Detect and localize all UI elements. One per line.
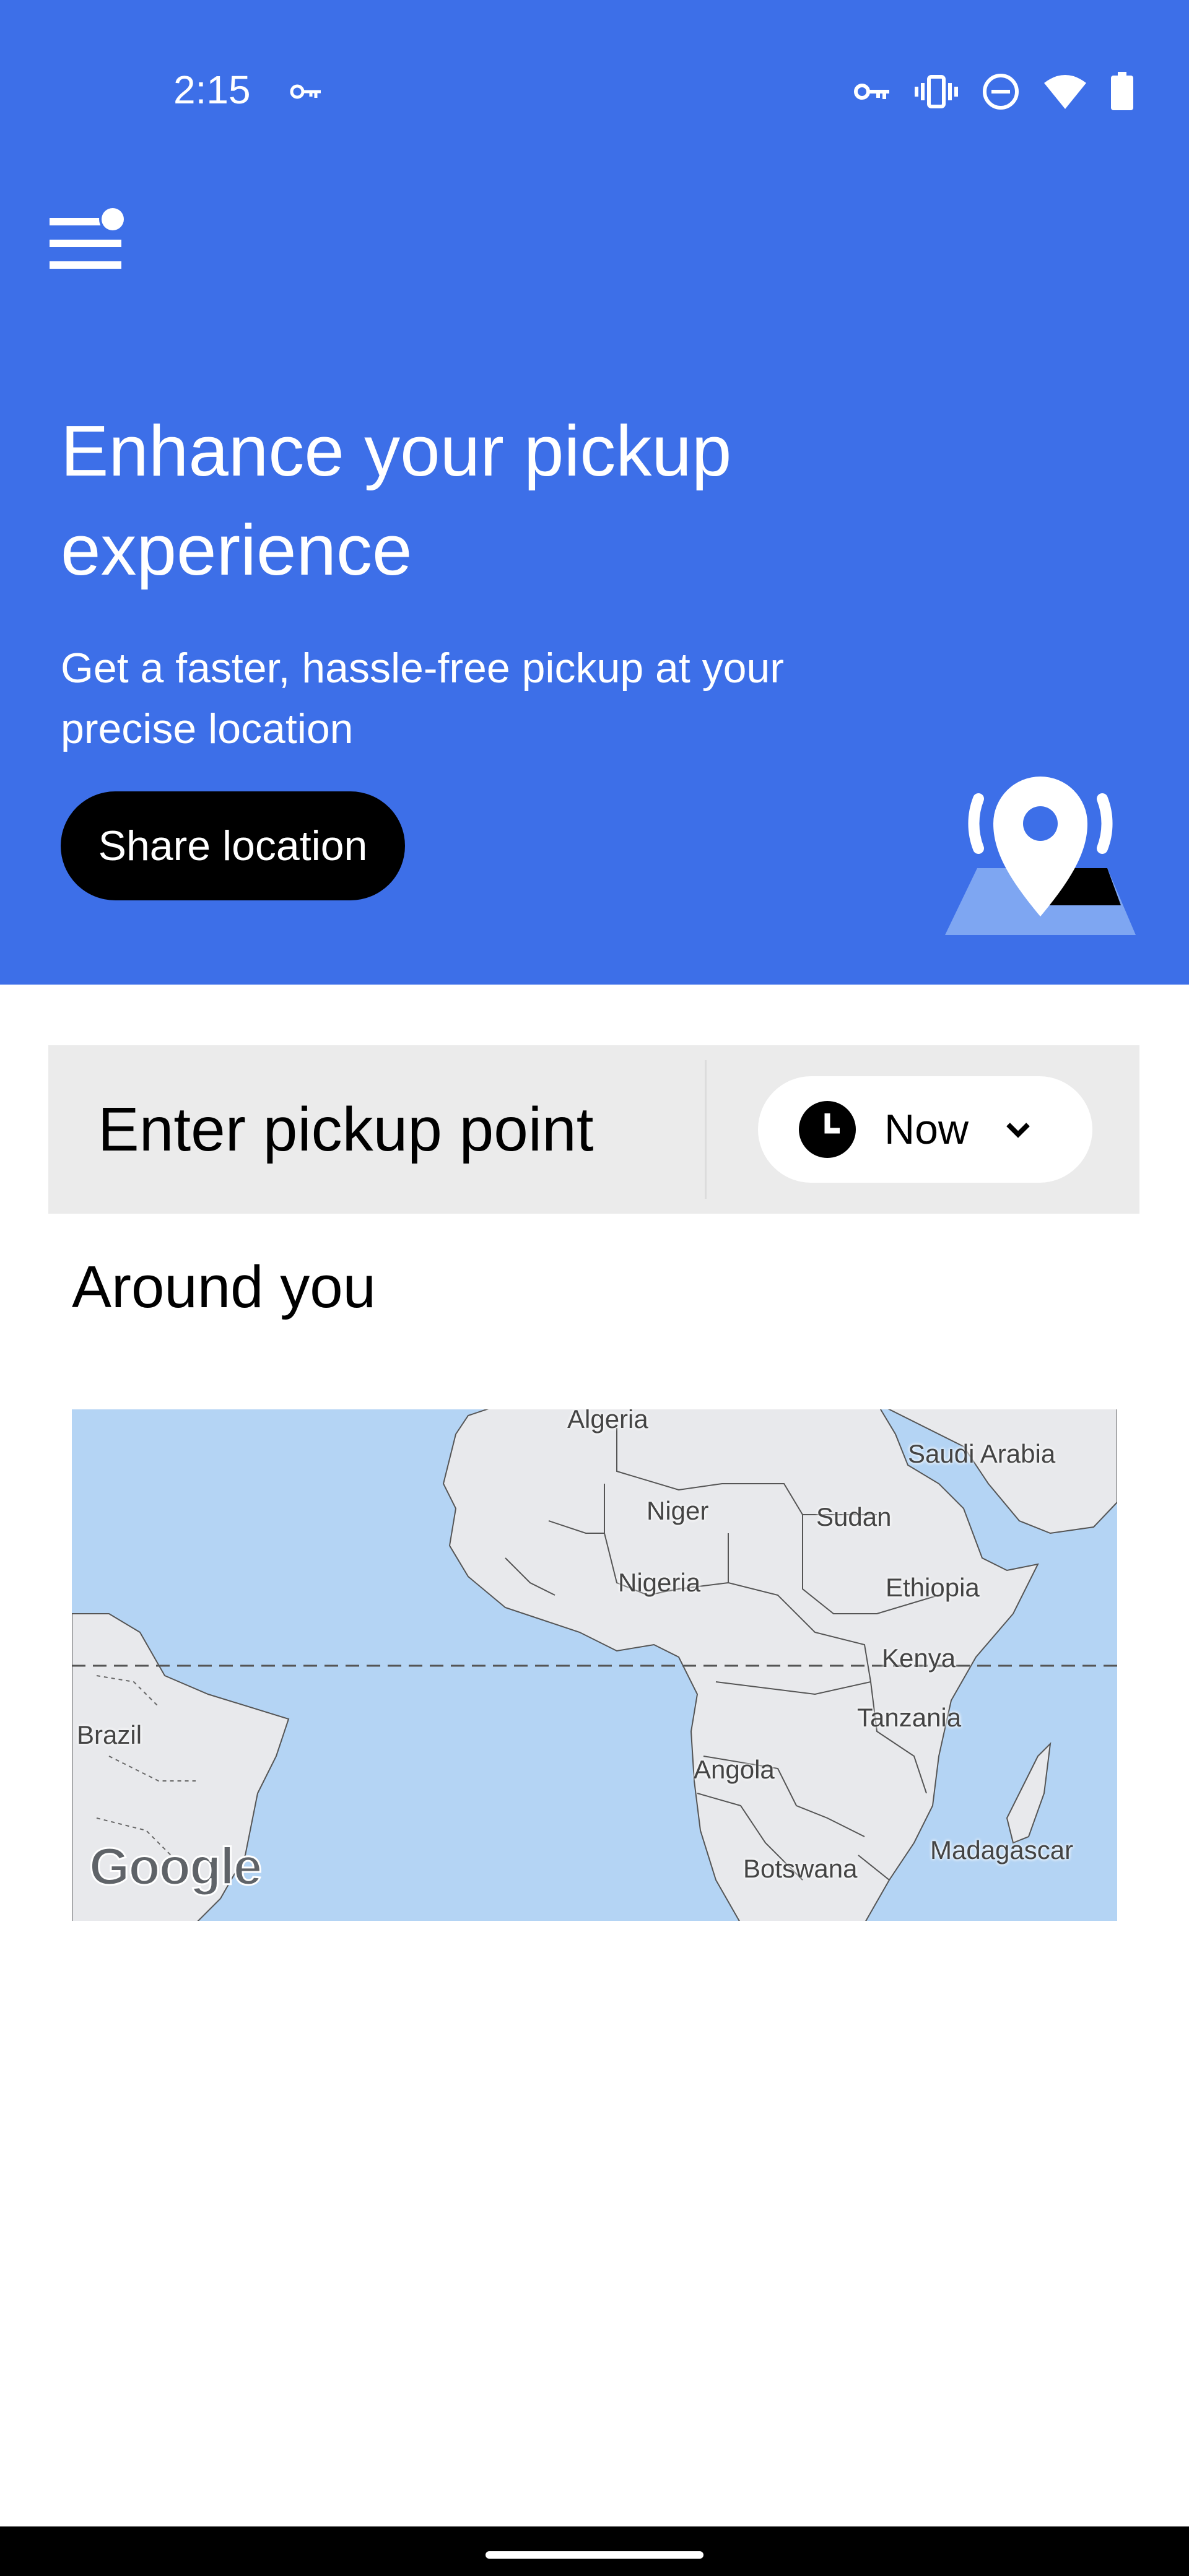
status-time: 2:15: [173, 67, 251, 112]
pickup-search-bar[interactable]: Enter pickup point Now: [48, 1045, 1139, 1214]
map-label-botswana: Botswana: [743, 1854, 858, 1883]
schedule-time-button[interactable]: Now: [758, 1076, 1092, 1183]
map-label-brazil: Brazil: [77, 1720, 142, 1749]
map-label-niger: Niger: [647, 1496, 709, 1525]
wifi-icon: [1044, 75, 1086, 109]
schedule-time-label: Now: [884, 1106, 969, 1153]
home-gesture-handle[interactable]: [486, 2551, 703, 2559]
hero-title: Enhance your pickup experience: [61, 411, 732, 590]
clock-icon: [799, 1101, 856, 1158]
map-label-kenya: Kenya: [882, 1643, 956, 1673]
pickup-point-input[interactable]: Enter pickup point: [98, 1045, 594, 1214]
menu-button[interactable]: [48, 206, 129, 280]
google-logo: Google: [88, 1837, 263, 1897]
vpn-key-icon: [290, 84, 321, 99]
map-label-nigeria: Nigeria: [618, 1568, 701, 1597]
divider: [705, 1060, 707, 1199]
map-label-ethiopia: Ethiopia: [886, 1573, 980, 1602]
menu-icon: [50, 206, 126, 269]
battery-icon: [1111, 72, 1133, 110]
system-navigation-bar: [0, 2526, 1189, 2576]
chevron-down-icon: [1006, 1123, 1030, 1138]
vibrate-icon: [915, 75, 958, 108]
share-location-button[interactable]: Share location: [61, 791, 405, 900]
map-label-tanzania: Tanzania: [857, 1703, 962, 1732]
location-promo-banner: 2:15 Enhance your pickup experience Get …: [0, 0, 1189, 985]
hero-subtitle: Get a faster, hassle-free pickup at your…: [61, 645, 784, 752]
status-bar: 2:15: [0, 0, 1189, 186]
map-label-sudan: Sudan: [816, 1502, 892, 1531]
location-pin-illustration-icon: [945, 777, 1136, 935]
map-label-saudi-arabia: Saudi Arabia: [908, 1439, 1056, 1468]
map-label-madagascar: Madagascar: [930, 1835, 1074, 1865]
map-label-algeria: Algeria: [567, 1409, 648, 1434]
map-label-angola: Angola: [694, 1755, 775, 1784]
map-view[interactable]: Algeria Saudi Arabia Niger Sudan Nigeria…: [72, 1409, 1117, 1921]
vpn-key-icon: [854, 84, 889, 100]
around-you-heading: Around you: [72, 1254, 377, 1320]
do-not-disturb-icon: [983, 74, 1019, 110]
